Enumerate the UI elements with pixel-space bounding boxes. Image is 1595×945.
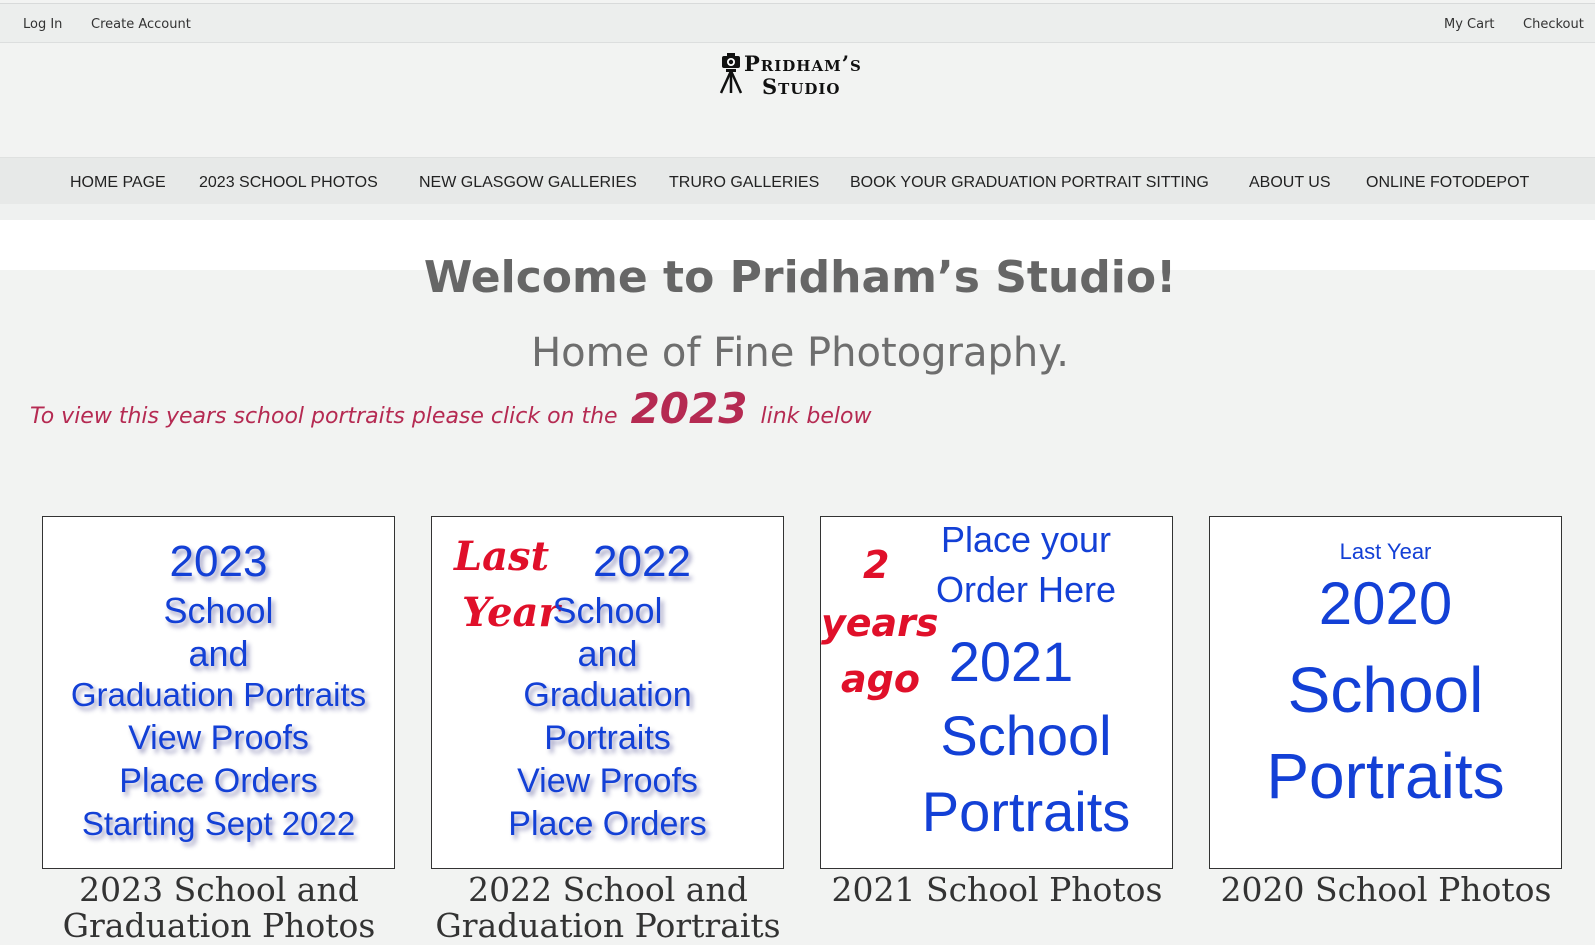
gallery-caption-2022[interactable]: 2022 School and Graduation Portraits bbox=[423, 872, 793, 944]
card-line: Place Orders bbox=[508, 805, 707, 843]
card-line: Starting Sept 2022 bbox=[81, 805, 356, 842]
instruction-year-link[interactable]: 2023 bbox=[631, 384, 748, 433]
card-line: Graduation Portraits bbox=[70, 676, 367, 713]
nav-item-truro-galleries[interactable]: TRURO GALLERIES bbox=[669, 174, 819, 192]
nav-item-book-graduation-sitting[interactable]: BOOK YOUR GRADUATION PORTRAIT SITTING bbox=[850, 174, 1209, 192]
camera-tripod-icon bbox=[719, 53, 743, 94]
card-line: Portraits bbox=[544, 719, 671, 757]
card-line: and bbox=[577, 633, 638, 674]
nav-divider bbox=[0, 204, 1595, 220]
gallery-caption-2020[interactable]: 2020 School Photos bbox=[1201, 872, 1571, 908]
gallery-card-2022[interactable]: Last Year 2022 School and Graduation Por… bbox=[431, 516, 784, 869]
card-line: School bbox=[1287, 654, 1484, 726]
card-line: Last Year bbox=[1339, 539, 1432, 564]
nav-item-home[interactable]: HOME PAGE bbox=[70, 174, 166, 192]
card-line: Order Here bbox=[935, 569, 1117, 610]
card-line: and bbox=[188, 633, 249, 674]
card-line: Graduation bbox=[523, 676, 692, 714]
nav-item-about-us[interactable]: ABOUT US bbox=[1249, 174, 1331, 192]
gallery-card-2021[interactable]: 2 years ago Place your Order Here 2021 S… bbox=[820, 516, 1173, 869]
card-line: Place your bbox=[940, 519, 1112, 560]
instruction-text: To view this years school portraits plea… bbox=[30, 384, 871, 433]
gallery-caption-2021[interactable]: 2021 School Photos bbox=[812, 872, 1182, 908]
card-line: View Proofs bbox=[517, 762, 698, 800]
page-subtitle: Home of Fine Photography. bbox=[531, 330, 1069, 376]
card-line: Place Orders bbox=[119, 762, 318, 800]
nav-item-2023-school-photos[interactable]: 2023 SCHOOL PHOTOS bbox=[199, 174, 378, 192]
login-link[interactable]: Log In bbox=[23, 17, 62, 32]
card-line: School bbox=[163, 590, 274, 631]
checkout-link[interactable]: Checkout bbox=[1523, 17, 1584, 32]
top-utility-bar: Log In Create Account My Cart Checkout bbox=[0, 3, 1595, 43]
logo-line-1: Pridham’s bbox=[744, 51, 862, 76]
card-line: Portraits bbox=[1266, 740, 1505, 812]
gallery-caption-2023[interactable]: 2023 School and Graduation Photos bbox=[34, 872, 404, 944]
card-line: 2022 bbox=[593, 537, 691, 586]
my-cart-link[interactable]: My Cart bbox=[1444, 17, 1495, 32]
card-line: 2021 bbox=[948, 630, 1074, 693]
card-line: School bbox=[552, 590, 663, 631]
card-line: School bbox=[940, 704, 1112, 767]
card-line: View Proofs bbox=[128, 719, 309, 757]
instruction-pre: To view this years school portraits plea… bbox=[30, 404, 618, 429]
main-navigation: HOME PAGE 2023 SCHOOL PHOTOS NEW GLASGOW… bbox=[0, 157, 1595, 204]
nav-item-new-glasgow-galleries[interactable]: NEW GLASGOW GALLERIES bbox=[419, 174, 637, 192]
studio-logo[interactable]: Pridham’s Studio bbox=[718, 51, 888, 99]
nav-item-online-fotodepot[interactable]: ONLINE FOTODEPOT bbox=[1366, 174, 1529, 192]
card-line: 2023 bbox=[169, 537, 268, 586]
instruction-post: link below bbox=[760, 404, 872, 429]
card-line: Portraits bbox=[921, 780, 1131, 843]
logo-line-2: Studio bbox=[762, 74, 841, 99]
gallery-card-2020[interactable]: Last Year 2020 School Portraits bbox=[1209, 516, 1562, 869]
page-title: Welcome to Pridham’s Studio! bbox=[423, 252, 1177, 303]
gallery-card-2023[interactable]: 2023 School and Graduation Portraits Vie… bbox=[42, 516, 395, 869]
card-line: 2020 bbox=[1318, 570, 1453, 637]
create-account-link[interactable]: Create Account bbox=[91, 17, 191, 32]
